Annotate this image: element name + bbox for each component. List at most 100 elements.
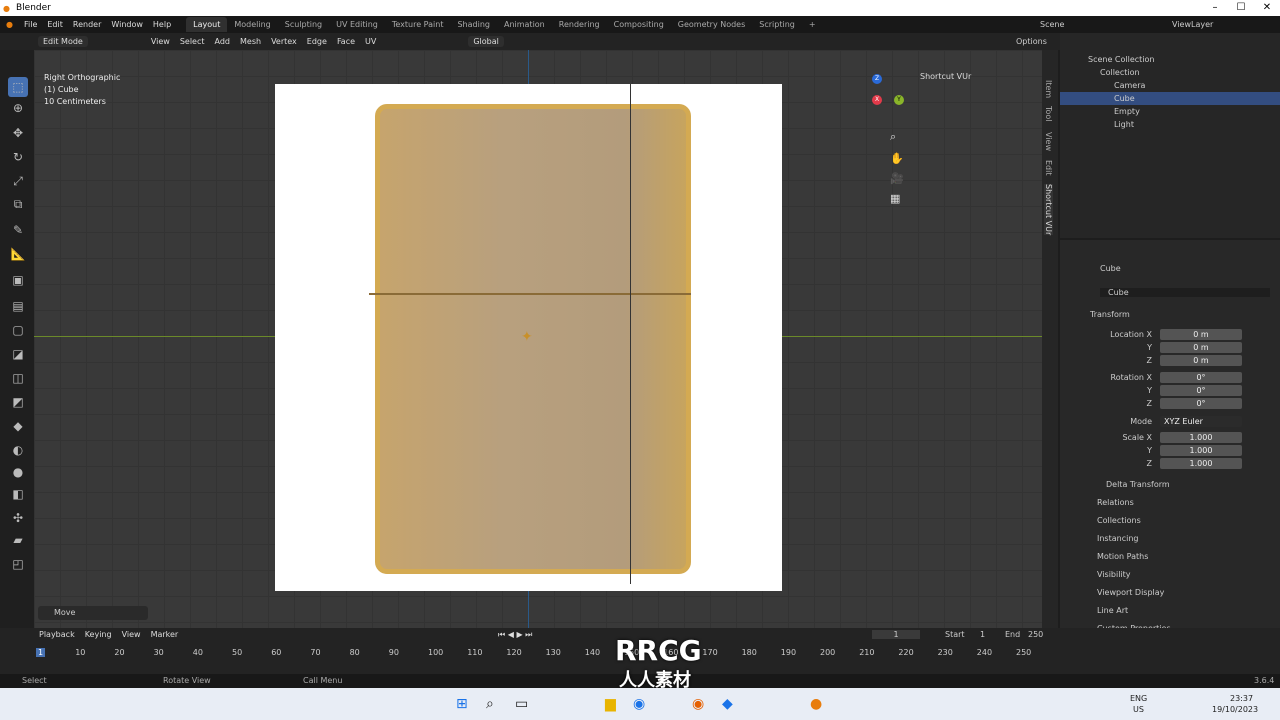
menu-edit[interactable]: Edit [42, 20, 68, 29]
knife-tool-icon[interactable]: ◩ [8, 392, 28, 412]
menu-uv[interactable]: UV [360, 37, 381, 46]
visibility-panel[interactable]: Visibility [1097, 570, 1131, 579]
outliner-item-empty[interactable]: Empty [1060, 105, 1280, 118]
current-frame-field[interactable]: 1 [872, 630, 920, 639]
scale-z-field[interactable]: 1.000 [1160, 458, 1242, 469]
start-frame-field[interactable]: 1 [980, 630, 985, 639]
move-tool-icon[interactable]: ✥ [8, 123, 28, 143]
menu-playback[interactable]: Playback [34, 630, 80, 639]
menu-keying[interactable]: Keying [80, 630, 117, 639]
outliner-collection[interactable]: Collection [1060, 66, 1280, 79]
blender-menu-icon[interactable]: ● [0, 20, 19, 29]
tab-edit[interactable]: Edit [1044, 160, 1053, 176]
transform-panel-header[interactable]: Transform [1090, 310, 1130, 319]
language-label[interactable]: ENG [1130, 694, 1147, 703]
tab-shortcut-vur[interactable]: Shortcut VUr [1044, 184, 1053, 236]
spin-tool-icon[interactable]: ◐ [8, 440, 28, 460]
menu-window[interactable]: Window [106, 20, 148, 29]
tab-sculpting[interactable]: Sculpting [278, 17, 329, 32]
menu-vertex[interactable]: Vertex [266, 37, 302, 46]
rotation-x-field[interactable]: 0° [1160, 372, 1242, 383]
rotation-y-field[interactable]: 0° [1160, 385, 1242, 396]
tab-layout[interactable]: Layout [186, 17, 228, 32]
tab-view[interactable]: View [1044, 132, 1053, 151]
poly-build-tool-icon[interactable]: ◆ [8, 416, 28, 436]
gizmo-y-axis-icon[interactable]: Y [894, 95, 904, 105]
location-y-field[interactable]: 0 m [1160, 342, 1242, 353]
tab-modeling[interactable]: Modeling [227, 17, 277, 32]
tab-compositing[interactable]: Compositing [607, 17, 671, 32]
last-operator-panel[interactable]: Move [38, 606, 148, 620]
menu-select[interactable]: Select [175, 37, 210, 46]
motion-paths-panel[interactable]: Motion Paths [1097, 552, 1148, 561]
menu-edge[interactable]: Edge [302, 37, 332, 46]
pan-hand-icon[interactable]: ✋ [890, 152, 904, 165]
location-x-field[interactable]: 0 m [1160, 329, 1242, 340]
clock-time[interactable]: 23:37 [1230, 694, 1253, 703]
orientation-dropdown[interactable]: Global [468, 36, 504, 47]
gizmo-z-axis-icon[interactable]: Z [872, 74, 882, 84]
menu-render[interactable]: Render [68, 20, 106, 29]
tab-rendering[interactable]: Rendering [552, 17, 607, 32]
loop-cut-tool-icon[interactable]: ◫ [8, 368, 28, 388]
annotate-tool-icon[interactable]: ✎ [8, 220, 28, 240]
cursor-tool-icon[interactable]: ⊕ [8, 98, 28, 118]
dropbox-icon[interactable]: ◆ [722, 696, 733, 712]
extrude-tool-icon[interactable]: ▤ [8, 296, 28, 316]
instancing-panel[interactable]: Instancing [1097, 534, 1138, 543]
menu-help[interactable]: Help [148, 20, 176, 29]
ortho-grid-icon[interactable]: ▦ [890, 192, 900, 205]
tab-scripting[interactable]: Scripting [752, 17, 802, 32]
location-z-field[interactable]: 0 m [1160, 355, 1242, 366]
shear-tool-icon[interactable]: ▰ [8, 530, 28, 550]
menu-face[interactable]: Face [332, 37, 360, 46]
menu-marker[interactable]: Marker [146, 630, 184, 639]
measure-tool-icon[interactable]: 📐 [8, 244, 28, 264]
smooth-tool-icon[interactable]: ● [8, 462, 28, 482]
add-workspace-button[interactable]: + [802, 17, 823, 32]
rotation-z-field[interactable]: 0° [1160, 398, 1242, 409]
rotation-mode-dropdown[interactable]: XYZ Euler [1160, 416, 1242, 427]
menu-add[interactable]: Add [210, 37, 236, 46]
gizmo-x-axis-icon[interactable]: X [872, 95, 882, 105]
scene-selector[interactable]: Scene [1040, 20, 1064, 29]
edge-browser-icon[interactable]: ◉ [633, 696, 645, 712]
delta-transform-panel[interactable]: Delta Transform [1106, 480, 1170, 489]
rip-tool-icon[interactable]: ◰ [8, 554, 28, 574]
line-art-panel[interactable]: Line Art [1097, 606, 1128, 615]
select-tool-icon[interactable]: ⬚ [8, 77, 28, 97]
bevel-tool-icon[interactable]: ◪ [8, 344, 28, 364]
add-cube-tool-icon[interactable]: ▣ [8, 270, 28, 290]
shortcut-panel-title[interactable]: Shortcut VUr [920, 72, 971, 81]
navigation-gizmo[interactable]: Z Y X [850, 72, 906, 128]
tab-texture-paint[interactable]: Texture Paint [385, 17, 451, 32]
view-layer-selector[interactable]: ViewLayer [1172, 20, 1213, 29]
inset-tool-icon[interactable]: ▢ [8, 320, 28, 340]
file-explorer-icon[interactable]: ▆ [605, 696, 616, 712]
end-frame-field[interactable]: 250 [1028, 630, 1043, 639]
search-icon[interactable]: ⌕ [486, 696, 494, 712]
mode-dropdown[interactable]: Edit Mode [38, 36, 88, 47]
menu-file[interactable]: File [19, 20, 42, 29]
shrink-fatten-tool-icon[interactable]: ✣ [8, 508, 28, 528]
outliner-item-light[interactable]: Light [1060, 118, 1280, 131]
blender-taskbar-icon[interactable]: ● [810, 696, 822, 712]
relations-panel[interactable]: Relations [1097, 498, 1134, 507]
zoom-icon[interactable]: ⌕ [890, 130, 896, 144]
playback-controls-icon[interactable]: ⏮ ◀ ▶ ⏭ [498, 630, 532, 640]
menu-timeline-view[interactable]: View [117, 630, 146, 639]
object-name-field[interactable]: Cube [1100, 288, 1270, 297]
outliner-item-camera[interactable]: Camera [1060, 79, 1280, 92]
scale-y-field[interactable]: 1.000 [1160, 445, 1242, 456]
outliner-scene-collection[interactable]: Scene Collection [1060, 53, 1280, 66]
maximize-button[interactable]: ☐ [1228, 0, 1254, 16]
frame-ruler[interactable]: 1 10 20 30 40 50 60 70 80 90 100 110 120 130 140 150 160… [0, 646, 1060, 660]
tab-item[interactable]: Item [1044, 80, 1053, 98]
tab-animation[interactable]: Animation [497, 17, 552, 32]
viewport-display-panel[interactable]: Viewport Display [1097, 588, 1164, 597]
outliner-item-cube[interactable]: Cube [1060, 92, 1280, 105]
tab-uv-editing[interactable]: UV Editing [329, 17, 385, 32]
scale-tool-icon[interactable]: ⤢ [8, 171, 28, 191]
menu-view[interactable]: View [146, 37, 175, 46]
minimize-button[interactable]: – [1202, 0, 1228, 16]
